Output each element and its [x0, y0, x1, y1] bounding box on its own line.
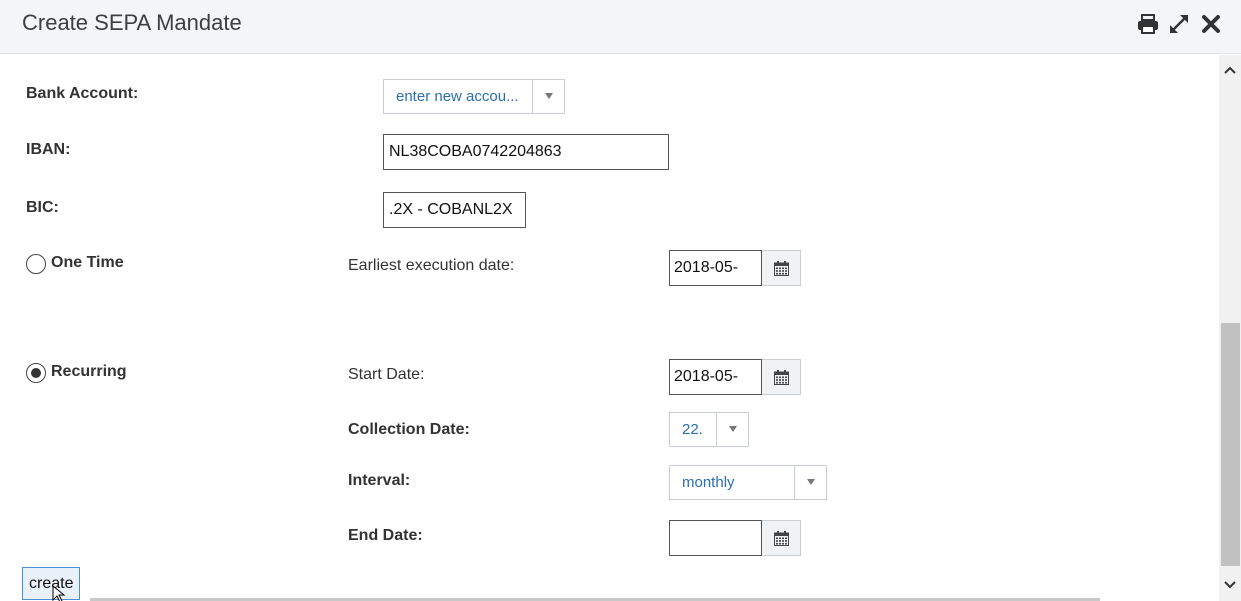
iban-field[interactable]: NL38COBA0742204863: [383, 134, 669, 170]
interval-select[interactable]: monthly: [669, 465, 827, 500]
dialog-title: Create SEPA Mandate: [22, 10, 242, 35]
one-time-radio[interactable]: [26, 254, 46, 274]
start-date-field[interactable]: 2018-05-: [669, 359, 762, 395]
end-date-field[interactable]: [669, 520, 762, 556]
start-date-picker: 2018-05-: [669, 359, 801, 395]
earliest-date-label: Earliest execution date:: [348, 257, 515, 274]
earliest-date-field[interactable]: 2018-05-: [669, 250, 762, 286]
end-date-label: End Date:: [348, 527, 423, 544]
recurring-label: Recurring: [51, 363, 127, 380]
earliest-date-picker: 2018-05-: [669, 250, 801, 286]
bic-label: BIC:: [26, 199, 59, 216]
bank-account-select[interactable]: enter new accou...: [383, 79, 565, 114]
printer-icon[interactable]: [1136, 12, 1160, 36]
create-button[interactable]: create: [22, 567, 81, 600]
calendar-icon[interactable]: [762, 359, 801, 395]
collection-date-value: 22.: [682, 421, 703, 438]
one-time-label: One Time: [51, 254, 124, 271]
chevron-down-icon: [716, 413, 748, 446]
collection-date-select[interactable]: 22.: [669, 412, 749, 447]
collection-date-label: Collection Date:: [348, 421, 470, 438]
vertical-scrollbar[interactable]: [1219, 55, 1241, 601]
chevron-down-icon: [532, 80, 564, 113]
expand-icon[interactable]: [1167, 12, 1191, 36]
bank-account-label: Bank Account:: [26, 85, 139, 102]
dialog-header: Create SEPA Mandate: [0, 0, 1241, 54]
scrollbar-thumb[interactable]: [1221, 323, 1240, 566]
start-date-label: Start Date:: [348, 366, 425, 383]
iban-label: IBAN:: [26, 141, 71, 158]
bank-account-value: enter new accou...: [396, 88, 519, 105]
close-icon[interactable]: [1199, 12, 1223, 36]
chevron-down-icon: [794, 466, 826, 499]
scroll-down-icon[interactable]: [1219, 575, 1241, 595]
dialog-body: Bank Account: enter new accou... IBAN: N…: [0, 55, 1219, 601]
interval-label: Interval:: [348, 472, 411, 489]
radio-selected-dot: [31, 368, 41, 378]
end-date-picker: [669, 520, 801, 556]
bic-field[interactable]: .2X - COBANL2X: [383, 192, 526, 228]
calendar-icon[interactable]: [762, 250, 801, 286]
interval-value: monthly: [682, 474, 735, 491]
calendar-icon[interactable]: [762, 520, 801, 556]
recurring-radio[interactable]: [26, 363, 46, 383]
scroll-up-icon[interactable]: [1219, 60, 1241, 80]
